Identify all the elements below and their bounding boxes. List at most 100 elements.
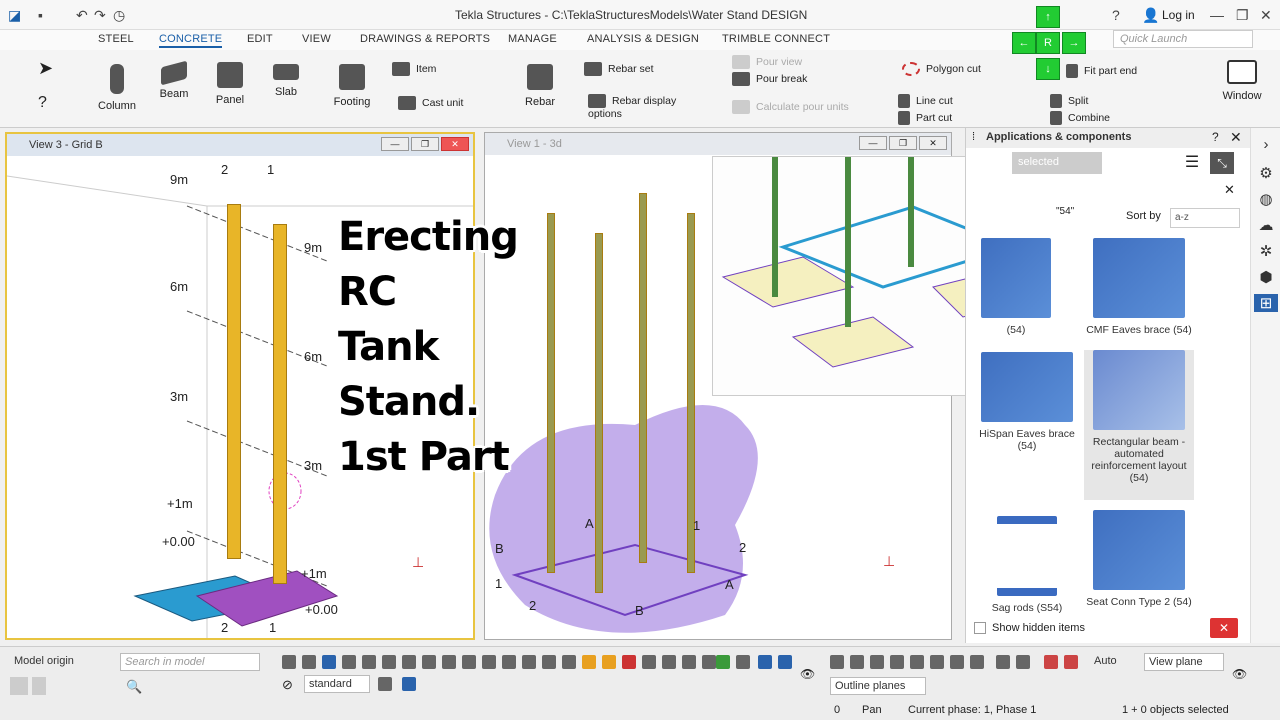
- quick-launch-input[interactable]: Quick Launch: [1113, 30, 1253, 48]
- undo-icon[interactable]: ↶: [76, 7, 88, 24]
- split-button[interactable]: Split: [1050, 94, 1088, 108]
- tab-manage[interactable]: MANAGE: [508, 33, 557, 45]
- component-item[interactable]: (54): [976, 238, 1056, 336]
- cloud-icon[interactable]: ☁: [1257, 216, 1275, 234]
- select-tool-icon[interactable]: [282, 655, 296, 669]
- column-button[interactable]: Column: [96, 64, 138, 112]
- snap-tool-icon[interactable]: [910, 655, 924, 669]
- polygon-cut-button[interactable]: Polygon cut: [902, 62, 981, 76]
- panel-button[interactable]: Panel: [212, 62, 248, 106]
- view-plane-select[interactable]: View plane: [1144, 653, 1224, 671]
- select-tool-icon[interactable]: [442, 655, 456, 669]
- rebar-set-button[interactable]: Rebar set: [584, 62, 654, 76]
- select-tool-icon[interactable]: [502, 655, 516, 669]
- tab-drawings-reports[interactable]: DRAWINGS & REPORTS: [360, 33, 490, 45]
- selected-filter-button[interactable]: selected: [1012, 152, 1102, 174]
- snap-tool-icon[interactable]: [1016, 655, 1030, 669]
- origin-tool-icon[interactable]: [10, 677, 28, 695]
- select-tool-icon[interactable]: [482, 655, 496, 669]
- component-item[interactable]: CMF Eaves brace (54): [1084, 238, 1194, 336]
- cube-icon[interactable]: ⬢: [1257, 268, 1275, 286]
- nav-center-button[interactable]: R: [1036, 32, 1060, 54]
- save-icon[interactable]: ▪: [38, 7, 43, 23]
- model-origin-select[interactable]: Model origin: [10, 653, 106, 671]
- panel-close-icon[interactable]: ✕: [1230, 129, 1242, 146]
- rebar-button[interactable]: Rebar: [520, 64, 560, 108]
- nav-up-button[interactable]: ↑: [1036, 6, 1060, 28]
- snap-tool-icon[interactable]: [996, 655, 1010, 669]
- select-tool-icon[interactable]: [642, 655, 656, 669]
- slab-button[interactable]: Slab: [268, 64, 304, 98]
- login-link[interactable]: Log in: [1162, 8, 1195, 22]
- part-cut-button[interactable]: Part cut: [898, 111, 952, 125]
- component-item[interactable]: Rectangular beam - automated reinforceme…: [1084, 350, 1194, 500]
- component-item[interactable]: HiSpan Eaves brace (54): [972, 352, 1082, 452]
- select-tool-icon[interactable]: [342, 655, 356, 669]
- snap-tool-icon[interactable]: [890, 655, 904, 669]
- component-item[interactable]: Sag rods (S54): [972, 516, 1082, 614]
- show-hidden-checkbox[interactable]: [974, 622, 986, 634]
- nav-left-button[interactable]: ←: [1012, 32, 1036, 54]
- select-tool-icon[interactable]: [602, 655, 616, 669]
- nav-down-button[interactable]: ↓: [1036, 58, 1060, 80]
- snap-tool-icon[interactable]: [850, 655, 864, 669]
- snap-tool-icon[interactable]: [950, 655, 964, 669]
- component-item[interactable]: Seat Conn Type 2 (54): [1084, 510, 1194, 608]
- view3-close-button[interactable]: ✕: [441, 137, 469, 151]
- minimize-icon[interactable]: —: [1210, 7, 1224, 23]
- item-button[interactable]: Item: [392, 62, 436, 76]
- select-tool-icon[interactable]: [716, 655, 730, 669]
- snap-help-icon[interactable]: ?: [38, 94, 47, 112]
- filter-settings-icon[interactable]: [378, 677, 392, 691]
- snap-tool-icon[interactable]: [970, 655, 984, 669]
- sort-select[interactable]: a-z: [1170, 208, 1240, 228]
- select-tool-icon[interactable]: [322, 655, 336, 669]
- view1-minimize-button[interactable]: —: [859, 136, 887, 150]
- line-cut-button[interactable]: Line cut: [898, 94, 953, 108]
- tab-analysis-design[interactable]: ANALYSIS & DESIGN: [587, 33, 699, 45]
- history-icon[interactable]: ◷: [113, 7, 125, 24]
- view1-restore-button[interactable]: ❐: [889, 136, 917, 150]
- select-pointer-icon[interactable]: ➤: [38, 58, 53, 79]
- select-tool-icon[interactable]: [758, 655, 772, 669]
- select-tool-icon[interactable]: [682, 655, 696, 669]
- origin-tool-icon[interactable]: [32, 677, 46, 695]
- nav-right-button[interactable]: →: [1062, 32, 1086, 54]
- tab-steel[interactable]: STEEL: [98, 33, 134, 45]
- list-view-icon[interactable]: ☰: [1180, 152, 1204, 174]
- search-icon[interactable]: 🔍: [126, 679, 142, 695]
- fit-part-end-button[interactable]: Fit part end: [1066, 64, 1137, 78]
- maximize-icon[interactable]: ❐: [1236, 7, 1249, 24]
- eye-icon[interactable]: 👁: [1232, 667, 1247, 681]
- clear-search-icon[interactable]: ✕: [1224, 182, 1235, 198]
- select-tool-icon[interactable]: [702, 655, 716, 669]
- snap-tool-icon[interactable]: [1044, 655, 1058, 669]
- select-tool-icon[interactable]: [462, 655, 476, 669]
- select-tool-icon[interactable]: [736, 655, 750, 669]
- calculate-pour-units-button[interactable]: Calculate pour units: [732, 100, 849, 114]
- applications-icon[interactable]: ⊞: [1254, 294, 1278, 312]
- select-tool-icon[interactable]: [622, 655, 636, 669]
- view3-restore-button[interactable]: ❐: [411, 137, 439, 151]
- view3-minimize-button[interactable]: —: [381, 137, 409, 151]
- delete-icon[interactable]: ✕: [1210, 618, 1238, 638]
- close-icon[interactable]: ✕: [1260, 7, 1272, 24]
- select-tool-icon[interactable]: [542, 655, 556, 669]
- properties-icon[interactable]: ⚙: [1257, 164, 1275, 182]
- collapse-icon[interactable]: ⤡: [1210, 152, 1234, 174]
- select-tool-icon[interactable]: [778, 655, 792, 669]
- select-tool-icon[interactable]: [422, 655, 436, 669]
- select-tool-icon[interactable]: [522, 655, 536, 669]
- tab-concrete[interactable]: CONCRETE: [159, 33, 223, 48]
- select-tool-icon[interactable]: [382, 655, 396, 669]
- select-tool-icon[interactable]: [402, 655, 416, 669]
- tab-trimble-connect[interactable]: TRIMBLE CONNECT: [722, 33, 830, 45]
- snap-tool-icon[interactable]: [1064, 655, 1078, 669]
- chevron-right-icon[interactable]: ›: [1257, 136, 1275, 154]
- eye-icon[interactable]: 👁: [800, 667, 815, 681]
- selection-filter-select[interactable]: standard: [304, 675, 370, 693]
- status-phase[interactable]: Current phase: 1, Phase 1: [908, 704, 1036, 716]
- filter-icon[interactable]: ⊘: [282, 677, 293, 693]
- rebar-display-button[interactable]: Rebar display options: [588, 94, 698, 120]
- redo-icon[interactable]: ↷: [94, 7, 106, 24]
